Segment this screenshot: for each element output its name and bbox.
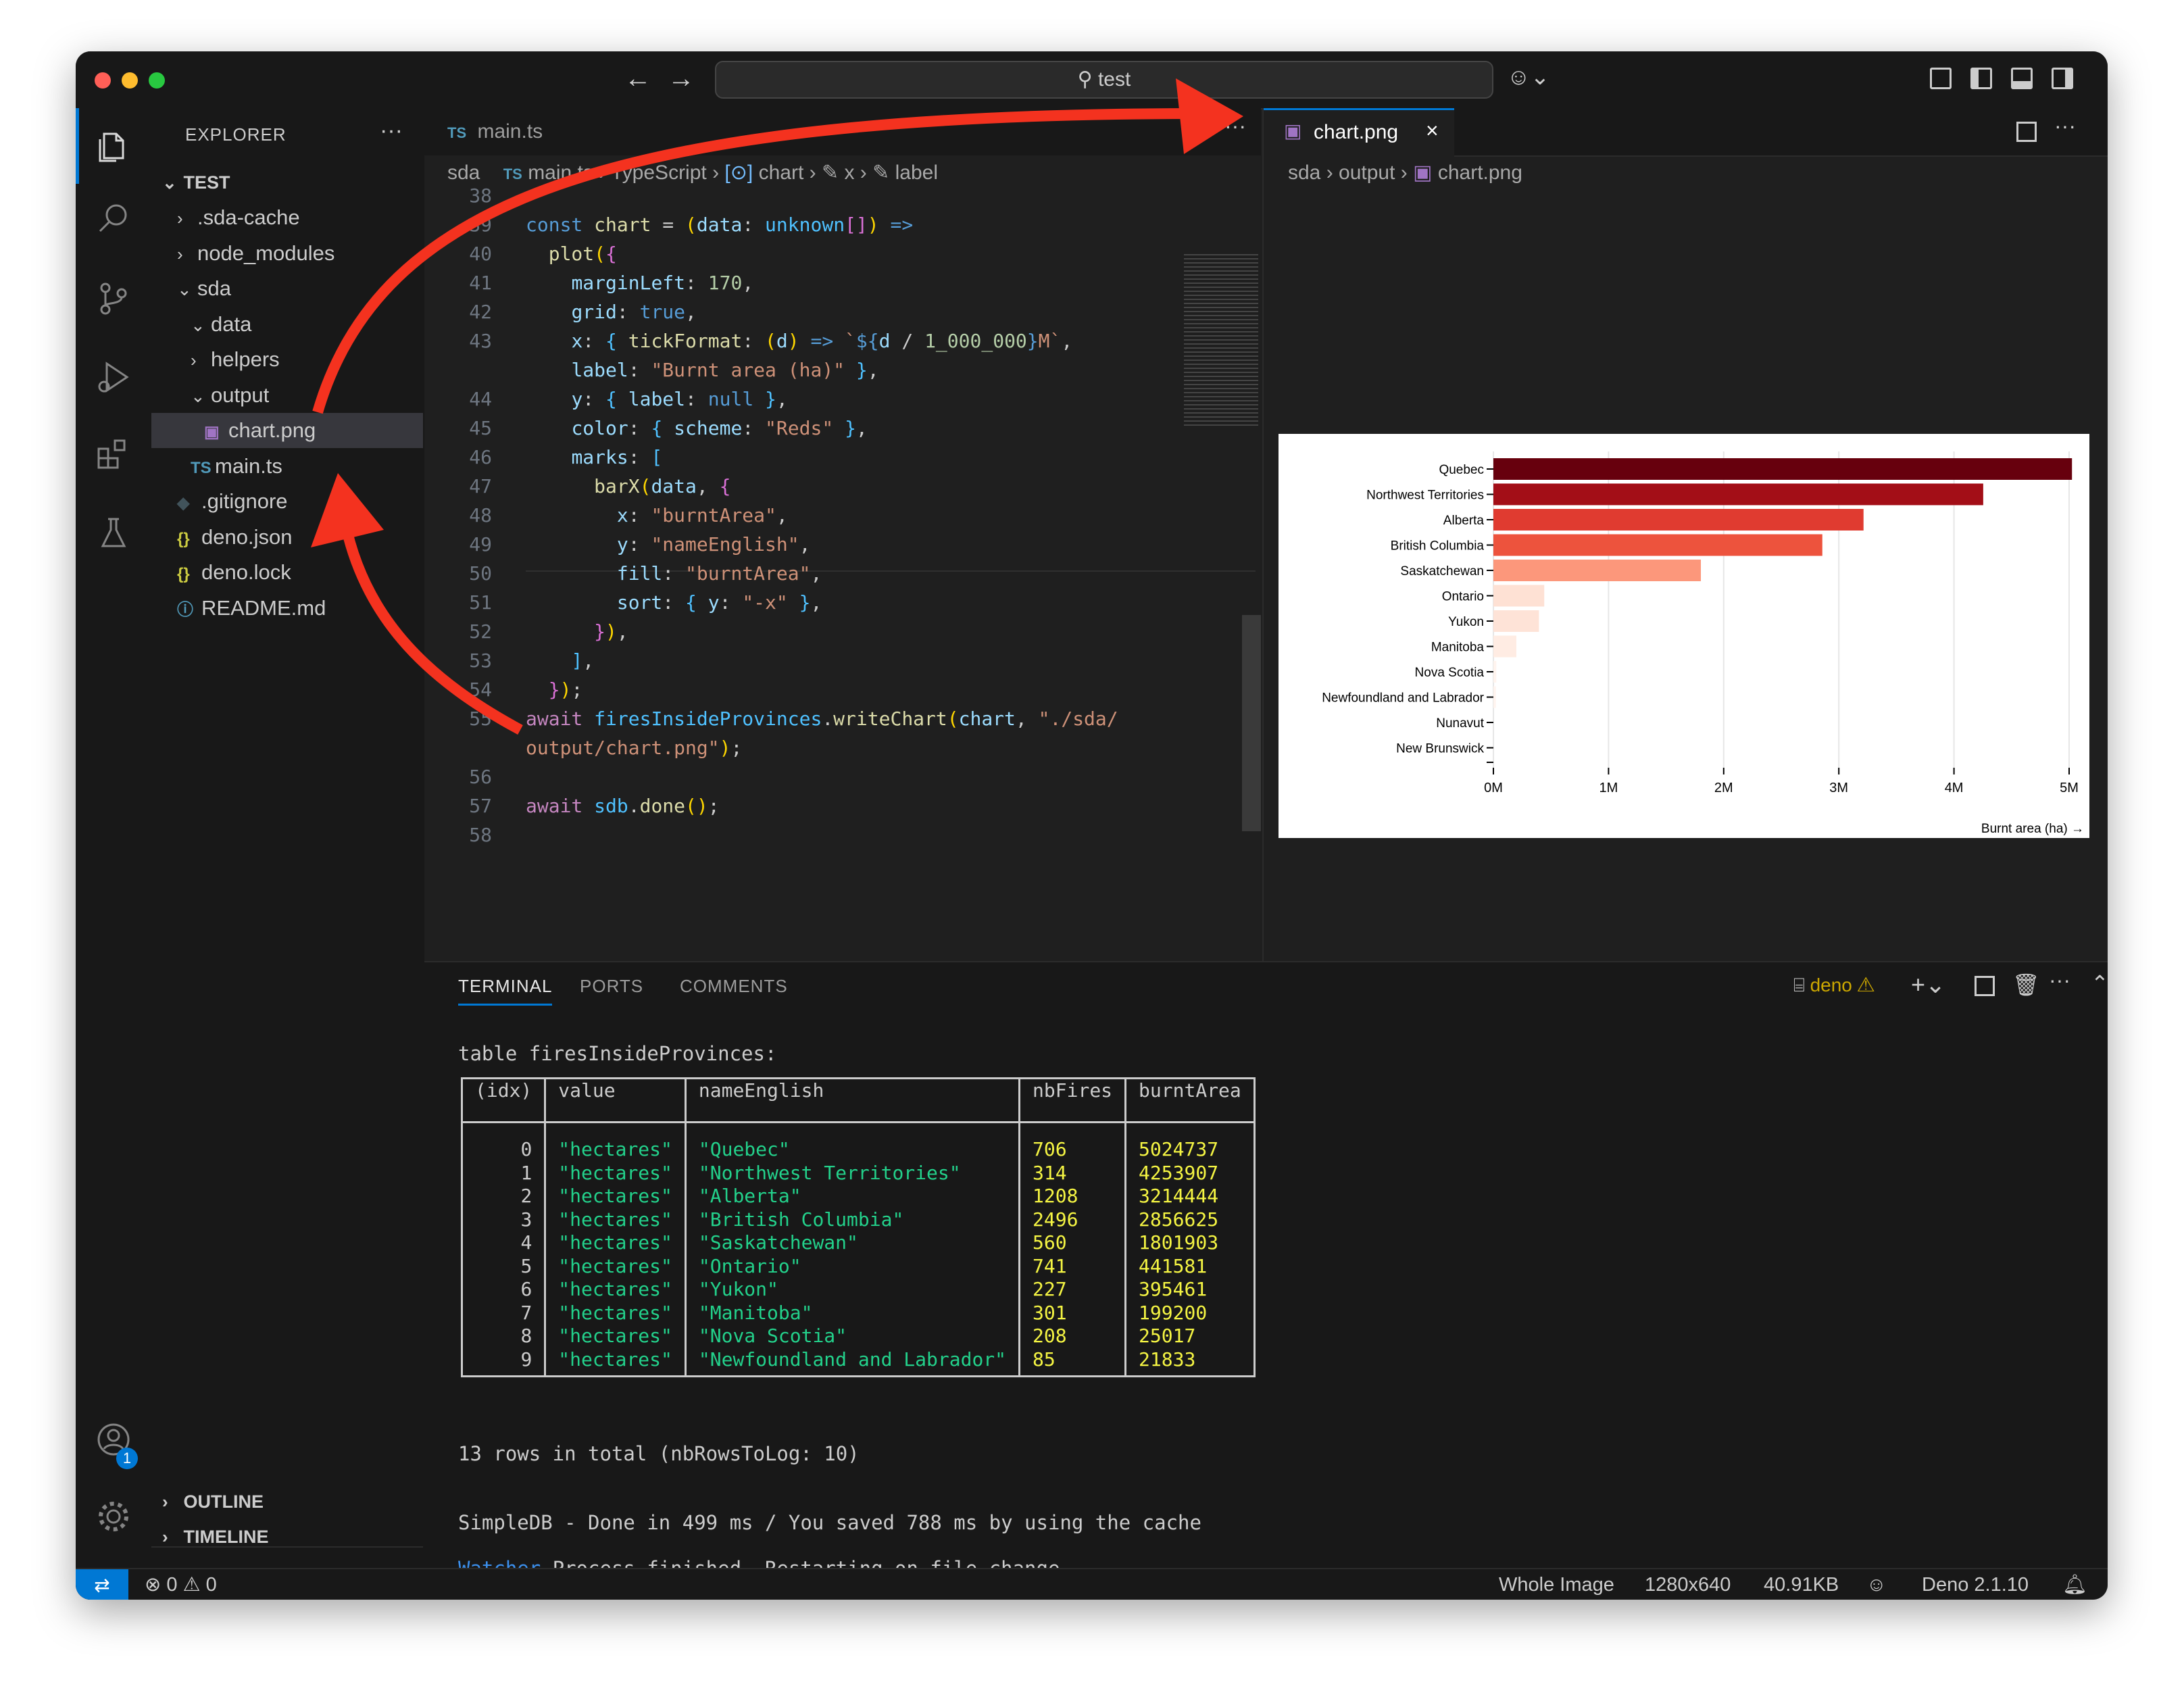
annotation-arrows [311,78,1243,735]
